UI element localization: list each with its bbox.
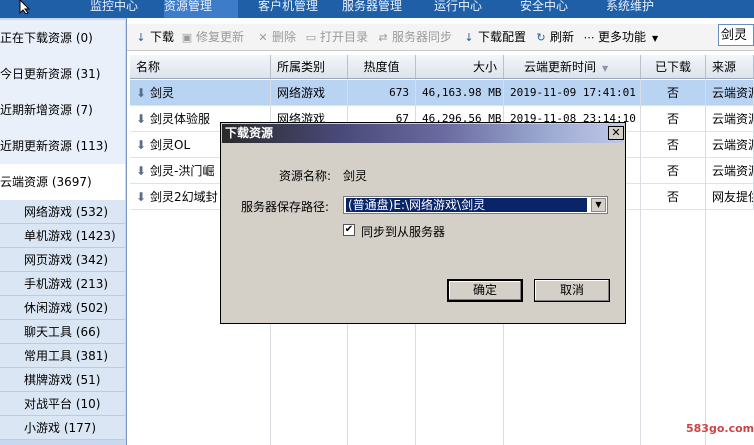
cell-source: 云端资源	[706, 106, 754, 132]
search-input[interactable]: 剑灵	[718, 24, 754, 46]
table-row[interactable]: ⬇ 剑灵 网络游戏 673 46,163.98 MB 2019-11-09 17:…	[130, 80, 754, 106]
tab-security[interactable]: 安全中心	[520, 0, 576, 18]
chevron-down-icon: ▼	[652, 34, 659, 43]
cursor-icon	[19, 0, 31, 14]
download-arrow-icon: ⬇	[136, 112, 147, 126]
repair-update-button[interactable]: ▣ 修复更新	[181, 28, 244, 46]
column-header-downloaded[interactable]: 已下载	[641, 55, 706, 79]
tab-monitor[interactable]: 监控中心	[90, 0, 146, 18]
column-header-heat[interactable]: 热度值	[348, 55, 416, 79]
sync-checkbox[interactable]: ✔	[343, 224, 355, 236]
chevron-down-icon: ▼	[595, 200, 602, 209]
download-arrow-icon: ⬇	[136, 86, 147, 100]
sidebar-sub-mini-games[interactable]: 小游戏 (177)	[0, 416, 125, 440]
download-arrow-icon: ⬇	[136, 164, 147, 178]
cell-source: 云端资源	[706, 80, 754, 106]
tab-resources[interactable]: 资源管理	[164, 0, 238, 18]
dropdown-button[interactable]: ▼	[591, 198, 606, 212]
delete-button[interactable]: ✕ 删除	[257, 28, 296, 46]
cell-update-time: 2019-11-09 17:41:01	[504, 80, 641, 106]
cell-source: 云端资源	[706, 132, 754, 158]
download-resource-dialog: 下载资源 ✕ 资源名称: 剑灵 服务器保存路径: (普通盘)E:\网络游戏\剑灵…	[220, 122, 626, 324]
folder-icon: ▭	[305, 31, 317, 44]
cell-size: 46,163.98 MB	[416, 80, 504, 106]
close-icon: ✕	[611, 126, 621, 139]
top-nav: 监控中心 资源管理 客户机管理 服务器管理 运行中心 安全中心 系统维护	[0, 0, 754, 18]
tab-maintenance[interactable]: 系统维护	[606, 0, 674, 18]
sidebar-item-recent-added[interactable]: 近期新增资源 (7)	[0, 92, 125, 129]
sidebar-sub-single-games[interactable]: 单机游戏 (1423)	[0, 224, 125, 248]
sidebar: 正在下载资源 (0) 今日更新资源 (31) 近期新增资源 (7) 近期更新资源…	[0, 18, 127, 445]
cell-downloaded: 否	[641, 184, 706, 210]
config-download-icon: ↓	[464, 31, 474, 44]
more-functions-button[interactable]: ⋯ 更多功能 ▼	[583, 28, 659, 46]
toolbar: ↓ 下载 ▣ 修复更新 ✕ 删除 ▭ 打开目录 ⇄ 服务器同步 ↓ 下载配置 ↻ 刷新 ⋯ 更多…	[127, 24, 754, 51]
cell-source: 云端资源	[706, 158, 754, 184]
sidebar-sub-chat-tools[interactable]: 聊天工具 (66)	[0, 320, 125, 344]
sidebar-item-recent-updated[interactable]: 近期更新资源 (113)	[0, 128, 125, 165]
dialog-title-bar[interactable]: 下载资源 ✕	[222, 124, 624, 143]
ok-button[interactable]: 确定	[447, 279, 523, 302]
cell-heat: 673	[348, 80, 416, 106]
download-icon: ↓	[136, 31, 146, 44]
watermark: 583go.com	[686, 422, 754, 435]
sidebar-item-today-updated[interactable]: 今日更新资源 (31)	[0, 56, 125, 93]
cell-downloaded: 否	[641, 80, 706, 106]
column-header-size[interactable]: 大小	[416, 55, 504, 79]
sidebar-item-cloud[interactable]: 云端资源 (3697)	[0, 164, 125, 201]
checkmark-icon: ✔	[344, 224, 354, 235]
sidebar-sub-battle-platform[interactable]: 对战平台 (10)	[0, 392, 125, 416]
sidebar-sub-casual-games[interactable]: 休闲游戏 (502)	[0, 296, 125, 320]
refresh-button[interactable]: ↻ 刷新	[535, 28, 574, 46]
open-directory-button[interactable]: ▭ 打开目录	[305, 28, 368, 46]
cell-source: 网友提供	[706, 184, 754, 210]
sidebar-sub-web-games[interactable]: 网页游戏 (342)	[0, 248, 125, 272]
sync-icon: ⇄	[378, 31, 388, 44]
cancel-button[interactable]: 取消	[534, 279, 610, 302]
download-button[interactable]: ↓ 下载	[135, 28, 174, 46]
tab-servers[interactable]: 服务器管理	[342, 0, 410, 18]
column-header-source[interactable]: 来源	[706, 55, 754, 79]
repair-icon: ▣	[181, 31, 193, 44]
server-sync-button[interactable]: ⇄ 服务器同步	[377, 28, 452, 46]
download-arrow-icon: ⬇	[136, 190, 147, 204]
save-path-value: (普通盘)E:\网络游戏\剑灵	[346, 198, 587, 212]
download-arrow-icon: ⬇	[136, 138, 147, 152]
save-path-label: 服务器保存路径:	[241, 200, 330, 214]
dialog-title: 下载资源	[225, 126, 274, 140]
sidebar-item-downloading[interactable]: 正在下载资源 (0)	[0, 20, 125, 57]
save-path-select[interactable]: (普通盘)E:\网络游戏\剑灵 ▼	[343, 196, 608, 214]
cell-category: 网络游戏	[271, 80, 348, 106]
sidebar-sub-board-games[interactable]: 棋牌游戏 (51)	[0, 368, 125, 392]
sidebar-sub-common-tools[interactable]: 常用工具 (381)	[0, 344, 125, 368]
download-config-button[interactable]: ↓ 下载配置	[463, 28, 526, 46]
cell-name: ⬇ 剑灵	[130, 80, 271, 106]
cell-downloaded: 否	[641, 158, 706, 184]
cell-downloaded: 否	[641, 132, 706, 158]
cell-downloaded: 否	[641, 106, 706, 132]
close-button[interactable]: ✕	[608, 126, 624, 140]
column-header-category[interactable]: 所属类别	[271, 55, 348, 79]
tab-clients[interactable]: 客户机管理	[258, 0, 326, 18]
column-header-name[interactable]: 名称	[130, 55, 271, 79]
resource-name-value: 剑灵	[343, 169, 368, 183]
column-header-update-time[interactable]: 云端更新时间 ▼	[504, 55, 641, 79]
tab-run-center[interactable]: 运行中心	[434, 0, 490, 18]
refresh-icon: ↻	[536, 31, 546, 44]
sort-arrow-icon: ▼	[602, 64, 609, 73]
sync-checkbox-label: 同步到从服务器	[361, 225, 446, 239]
resource-name-label: 资源名称:	[279, 169, 332, 183]
delete-icon: ✕	[258, 31, 268, 44]
sidebar-sub-mobile-games[interactable]: 手机游戏 (213)	[0, 272, 125, 296]
sidebar-sub-network-games[interactable]: 网络游戏 (532)	[0, 200, 125, 224]
more-icon: ⋯	[583, 31, 595, 44]
